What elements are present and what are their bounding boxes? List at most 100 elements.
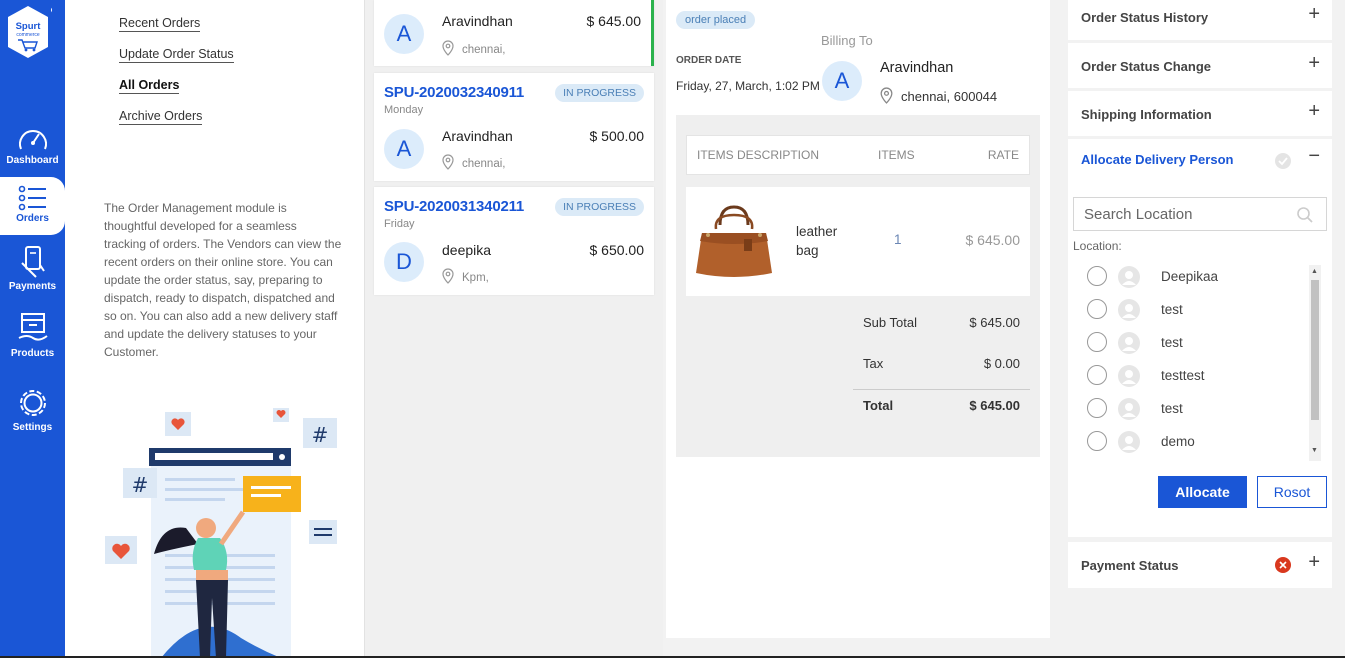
svg-text:commerce: commerce	[16, 32, 40, 38]
order-day: Monday	[384, 104, 424, 116]
list-item[interactable]: test	[1073, 332, 1308, 365]
person-radio[interactable]	[1087, 365, 1107, 385]
billing-to-label: Billing To	[821, 33, 873, 48]
app-root: Spurt commerce Dashboard Orders Payments…	[0, 0, 1345, 658]
rail-label-dashboard: Dashboard	[6, 155, 59, 166]
tax-label: Tax	[863, 356, 884, 371]
scrollbar-thumb[interactable]	[1311, 280, 1319, 420]
accordion-order-status-history[interactable]: Order Status History +	[1068, 0, 1332, 40]
total-row: Total $ 645.00	[863, 398, 1030, 413]
rail-item-settings[interactable]: Settings	[0, 386, 65, 433]
close-circle-icon	[1275, 557, 1291, 573]
person-name: demo	[1161, 434, 1195, 449]
map-pin-icon	[442, 40, 454, 56]
allocate-button[interactable]: Allocate	[1158, 476, 1247, 508]
customer-location: Kpm,	[442, 268, 489, 284]
customer-avatar: A	[384, 14, 424, 54]
order-price: $ 645.00	[586, 13, 642, 29]
plus-icon[interactable]: +	[1308, 52, 1320, 75]
plus-icon[interactable]: +	[1308, 3, 1320, 26]
subtotal-row: Sub Total $ 645.00	[863, 315, 1030, 330]
person-radio[interactable]	[1087, 398, 1107, 418]
person-name: test	[1161, 401, 1183, 416]
col-items: ITEMS	[878, 148, 915, 162]
scroll-down-icon[interactable]: ▼	[1311, 447, 1318, 454]
tax-value: $ 0.00	[983, 356, 1020, 371]
person-radio[interactable]	[1087, 332, 1107, 352]
rail-item-products[interactable]: Products	[0, 312, 65, 359]
order-id: SPU-2020032340911	[384, 84, 525, 101]
minus-icon[interactable]: −	[1308, 145, 1320, 168]
list-scrollbar[interactable]: ▲ ▼	[1309, 265, 1321, 461]
rail-item-payments[interactable]: Payments	[0, 245, 65, 292]
rail-item-dashboard[interactable]: Dashboard	[0, 125, 65, 166]
rail-item-orders[interactable]: Orders	[0, 177, 65, 235]
tax-row: Tax $ 0.00	[863, 356, 1030, 371]
list-item[interactable]: test	[1073, 398, 1308, 431]
list-item[interactable]: test	[1073, 299, 1308, 332]
check-circle-icon	[1275, 153, 1291, 169]
submenu-all-orders[interactable]: All Orders	[119, 78, 180, 94]
map-pin-icon	[442, 268, 454, 284]
submenu-archive-orders[interactable]: Archive Orders	[119, 109, 203, 125]
total-value: $ 645.00	[969, 398, 1020, 413]
location-search	[1073, 197, 1327, 231]
person-name: testtest	[1161, 368, 1205, 383]
subtotal-label: Sub Total	[863, 315, 917, 330]
plus-icon[interactable]: +	[1308, 100, 1320, 123]
accordion-title: Order Status Change	[1081, 59, 1212, 74]
payment-hand-icon	[20, 246, 45, 278]
left-rail: Spurt commerce Dashboard Orders Payments…	[0, 0, 65, 658]
accordion-title: Shipping Information	[1081, 107, 1212, 122]
leather-bag-image	[696, 205, 772, 277]
spurt-logo[interactable]: Spurt commerce	[4, 4, 57, 60]
submenu-recent-orders[interactable]: Recent Orders	[119, 16, 201, 32]
list-item[interactable]: testtest	[1073, 365, 1308, 398]
order-date-value: Friday, 27, March, 1:02 PM	[676, 79, 820, 93]
customer-location: chennai,	[442, 154, 505, 170]
accordion-shipping-information[interactable]: Shipping Information +	[1068, 91, 1332, 136]
order-card[interactable]: A Aravindhan $ 645.00 chennai,	[374, 0, 654, 66]
billing-location: chennai, 600044	[880, 87, 997, 104]
list-item[interactable]: demo	[1073, 431, 1308, 461]
order-list: A Aravindhan $ 645.00 chennai, SPU-20200…	[365, 0, 663, 658]
plus-icon[interactable]: +	[1308, 551, 1320, 574]
customer-location-text: chennai,	[462, 158, 506, 170]
col-rate: RATE	[987, 148, 1019, 162]
status-badge: IN PROGRESS	[555, 84, 644, 102]
subtotal-value: $ 645.00	[969, 315, 1020, 330]
order-id: SPU-2020031340211	[384, 198, 525, 215]
item-row: leather bag 1 $ 645.00	[686, 187, 1030, 296]
reset-button[interactable]: Rosot	[1257, 476, 1327, 508]
search-icon[interactable]	[1296, 206, 1314, 224]
person-radio[interactable]	[1087, 431, 1107, 451]
person-radio[interactable]	[1087, 266, 1107, 286]
rail-label-settings: Settings	[12, 422, 53, 433]
accordion-order-status-change[interactable]: Order Status Change +	[1068, 43, 1332, 88]
billing-location-text: chennai, 600044	[901, 89, 998, 104]
items-box: ITEMS DESCRIPTION ITEMS RATE leather bag…	[676, 115, 1040, 457]
accordion-title: Payment Status	[1081, 558, 1179, 573]
customer-avatar: D	[384, 242, 424, 282]
svg-text:Spurt: Spurt	[16, 21, 42, 32]
order-card[interactable]: SPU-2020032340911 IN PROGRESS Monday A A…	[374, 73, 654, 181]
items-table-header: ITEMS DESCRIPTION ITEMS RATE	[686, 135, 1030, 175]
delivery-person-list: Deepikaa test test testtest test demo ▲ …	[1073, 265, 1327, 461]
rail-label-products: Products	[10, 348, 55, 359]
accordion-title[interactable]: Allocate Delivery Person	[1081, 152, 1233, 167]
accordion-payment-status[interactable]: Payment Status +	[1068, 542, 1332, 588]
billing-name: Aravindhan	[880, 60, 954, 76]
col-items-description: ITEMS DESCRIPTION	[697, 148, 820, 162]
search-location-input[interactable]	[1074, 198, 1284, 230]
svg-text:#: #	[132, 473, 149, 497]
list-item[interactable]: Deepikaa	[1073, 266, 1308, 299]
module-description: The Order Management module is thoughtfu…	[104, 201, 342, 359]
user-avatar-icon	[1118, 365, 1140, 387]
submenu-update-order-status[interactable]: Update Order Status	[119, 47, 234, 63]
rail-label-payments: Payments	[8, 281, 57, 292]
order-card[interactable]: SPU-2020031340211 IN PROGRESS Friday D d…	[374, 187, 654, 295]
svg-text:#: #	[312, 423, 329, 447]
scroll-up-icon[interactable]: ▲	[1311, 268, 1318, 275]
person-radio[interactable]	[1087, 299, 1107, 319]
box-icon	[18, 313, 48, 341]
